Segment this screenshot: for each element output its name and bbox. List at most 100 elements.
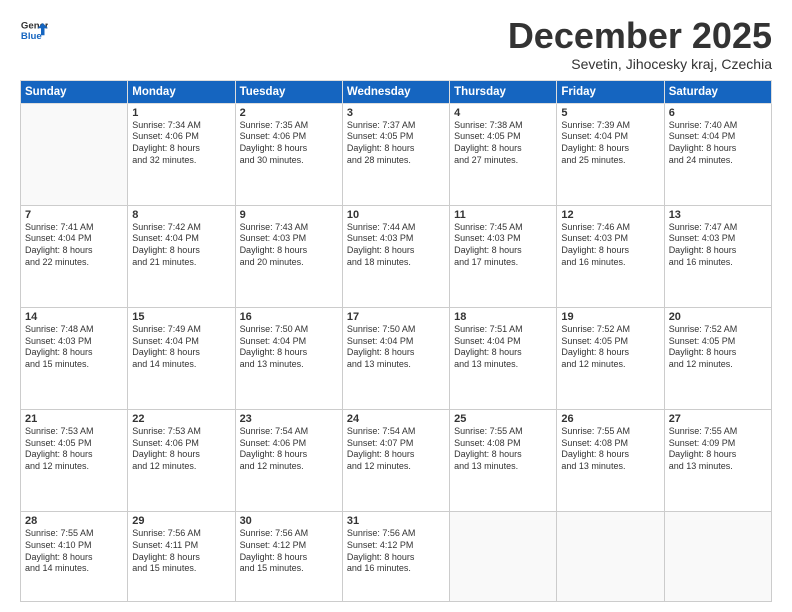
day-number: 20 xyxy=(669,311,767,323)
calendar-cell: 9Sunrise: 7:43 AMSunset: 4:03 PMDaylight… xyxy=(235,205,342,307)
calendar-cell: 11Sunrise: 7:45 AMSunset: 4:03 PMDayligh… xyxy=(450,205,557,307)
day-info: Sunrise: 7:54 AMSunset: 4:06 PMDaylight:… xyxy=(240,426,338,473)
day-number: 6 xyxy=(669,107,767,119)
calendar-cell: 2Sunrise: 7:35 AMSunset: 4:06 PMDaylight… xyxy=(235,103,342,205)
day-info: Sunrise: 7:56 AMSunset: 4:11 PMDaylight:… xyxy=(132,528,230,575)
day-number: 25 xyxy=(454,413,552,425)
day-number: 3 xyxy=(347,107,445,119)
day-info: Sunrise: 7:47 AMSunset: 4:03 PMDaylight:… xyxy=(669,222,767,269)
logo-icon: General Blue xyxy=(20,16,48,44)
calendar-cell: 10Sunrise: 7:44 AMSunset: 4:03 PMDayligh… xyxy=(342,205,449,307)
header-day-wednesday: Wednesday xyxy=(342,80,449,103)
week-row-1: 1Sunrise: 7:34 AMSunset: 4:06 PMDaylight… xyxy=(21,103,772,205)
calendar-cell: 21Sunrise: 7:53 AMSunset: 4:05 PMDayligh… xyxy=(21,410,128,512)
day-number: 22 xyxy=(132,413,230,425)
week-row-3: 14Sunrise: 7:48 AMSunset: 4:03 PMDayligh… xyxy=(21,307,772,409)
calendar-table: SundayMondayTuesdayWednesdayThursdayFrid… xyxy=(20,80,772,602)
calendar-cell xyxy=(21,103,128,205)
day-info: Sunrise: 7:35 AMSunset: 4:06 PMDaylight:… xyxy=(240,120,338,167)
day-number: 17 xyxy=(347,311,445,323)
header-day-thursday: Thursday xyxy=(450,80,557,103)
day-info: Sunrise: 7:50 AMSunset: 4:04 PMDaylight:… xyxy=(347,324,445,371)
day-number: 15 xyxy=(132,311,230,323)
day-number: 24 xyxy=(347,413,445,425)
calendar-cell: 26Sunrise: 7:55 AMSunset: 4:08 PMDayligh… xyxy=(557,410,664,512)
day-info: Sunrise: 7:41 AMSunset: 4:04 PMDaylight:… xyxy=(25,222,123,269)
calendar-cell: 14Sunrise: 7:48 AMSunset: 4:03 PMDayligh… xyxy=(21,307,128,409)
day-number: 9 xyxy=(240,209,338,221)
day-number: 2 xyxy=(240,107,338,119)
calendar-header-row: SundayMondayTuesdayWednesdayThursdayFrid… xyxy=(21,80,772,103)
day-number: 19 xyxy=(561,311,659,323)
day-info: Sunrise: 7:37 AMSunset: 4:05 PMDaylight:… xyxy=(347,120,445,167)
day-number: 11 xyxy=(454,209,552,221)
calendar-cell: 1Sunrise: 7:34 AMSunset: 4:06 PMDaylight… xyxy=(128,103,235,205)
day-info: Sunrise: 7:52 AMSunset: 4:05 PMDaylight:… xyxy=(561,324,659,371)
week-row-5: 28Sunrise: 7:55 AMSunset: 4:10 PMDayligh… xyxy=(21,512,772,602)
title-area: December 2025 Sevetin, Jihocesky kraj, C… xyxy=(508,16,772,72)
calendar-cell: 31Sunrise: 7:56 AMSunset: 4:12 PMDayligh… xyxy=(342,512,449,602)
day-number: 30 xyxy=(240,515,338,527)
day-number: 23 xyxy=(240,413,338,425)
day-info: Sunrise: 7:42 AMSunset: 4:04 PMDaylight:… xyxy=(132,222,230,269)
week-row-2: 7Sunrise: 7:41 AMSunset: 4:04 PMDaylight… xyxy=(21,205,772,307)
calendar-cell: 25Sunrise: 7:55 AMSunset: 4:08 PMDayligh… xyxy=(450,410,557,512)
calendar-cell: 17Sunrise: 7:50 AMSunset: 4:04 PMDayligh… xyxy=(342,307,449,409)
header-day-saturday: Saturday xyxy=(664,80,771,103)
day-info: Sunrise: 7:49 AMSunset: 4:04 PMDaylight:… xyxy=(132,324,230,371)
day-info: Sunrise: 7:40 AMSunset: 4:04 PMDaylight:… xyxy=(669,120,767,167)
month-title: December 2025 xyxy=(508,16,772,56)
day-info: Sunrise: 7:46 AMSunset: 4:03 PMDaylight:… xyxy=(561,222,659,269)
logo: General Blue xyxy=(20,16,50,44)
day-info: Sunrise: 7:45 AMSunset: 4:03 PMDaylight:… xyxy=(454,222,552,269)
calendar-cell: 3Sunrise: 7:37 AMSunset: 4:05 PMDaylight… xyxy=(342,103,449,205)
calendar-cell: 27Sunrise: 7:55 AMSunset: 4:09 PMDayligh… xyxy=(664,410,771,512)
day-number: 13 xyxy=(669,209,767,221)
calendar-cell: 16Sunrise: 7:50 AMSunset: 4:04 PMDayligh… xyxy=(235,307,342,409)
day-number: 5 xyxy=(561,107,659,119)
day-number: 27 xyxy=(669,413,767,425)
day-info: Sunrise: 7:55 AMSunset: 4:09 PMDaylight:… xyxy=(669,426,767,473)
calendar-cell: 30Sunrise: 7:56 AMSunset: 4:12 PMDayligh… xyxy=(235,512,342,602)
day-number: 7 xyxy=(25,209,123,221)
day-number: 8 xyxy=(132,209,230,221)
day-info: Sunrise: 7:53 AMSunset: 4:05 PMDaylight:… xyxy=(25,426,123,473)
day-info: Sunrise: 7:51 AMSunset: 4:04 PMDaylight:… xyxy=(454,324,552,371)
calendar-cell: 8Sunrise: 7:42 AMSunset: 4:04 PMDaylight… xyxy=(128,205,235,307)
day-number: 31 xyxy=(347,515,445,527)
calendar-cell: 19Sunrise: 7:52 AMSunset: 4:05 PMDayligh… xyxy=(557,307,664,409)
day-info: Sunrise: 7:54 AMSunset: 4:07 PMDaylight:… xyxy=(347,426,445,473)
day-info: Sunrise: 7:50 AMSunset: 4:04 PMDaylight:… xyxy=(240,324,338,371)
day-info: Sunrise: 7:52 AMSunset: 4:05 PMDaylight:… xyxy=(669,324,767,371)
header-day-tuesday: Tuesday xyxy=(235,80,342,103)
calendar-body: 1Sunrise: 7:34 AMSunset: 4:06 PMDaylight… xyxy=(21,103,772,601)
day-number: 4 xyxy=(454,107,552,119)
calendar-cell: 6Sunrise: 7:40 AMSunset: 4:04 PMDaylight… xyxy=(664,103,771,205)
header-day-monday: Monday xyxy=(128,80,235,103)
day-number: 29 xyxy=(132,515,230,527)
calendar-cell xyxy=(450,512,557,602)
calendar-cell xyxy=(557,512,664,602)
day-number: 12 xyxy=(561,209,659,221)
day-info: Sunrise: 7:53 AMSunset: 4:06 PMDaylight:… xyxy=(132,426,230,473)
page-header: General Blue December 2025 Sevetin, Jiho… xyxy=(20,16,772,72)
day-info: Sunrise: 7:55 AMSunset: 4:08 PMDaylight:… xyxy=(454,426,552,473)
calendar-cell: 22Sunrise: 7:53 AMSunset: 4:06 PMDayligh… xyxy=(128,410,235,512)
day-number: 14 xyxy=(25,311,123,323)
calendar-cell: 29Sunrise: 7:56 AMSunset: 4:11 PMDayligh… xyxy=(128,512,235,602)
day-number: 1 xyxy=(132,107,230,119)
calendar-cell: 24Sunrise: 7:54 AMSunset: 4:07 PMDayligh… xyxy=(342,410,449,512)
day-info: Sunrise: 7:38 AMSunset: 4:05 PMDaylight:… xyxy=(454,120,552,167)
calendar-cell: 18Sunrise: 7:51 AMSunset: 4:04 PMDayligh… xyxy=(450,307,557,409)
day-info: Sunrise: 7:34 AMSunset: 4:06 PMDaylight:… xyxy=(132,120,230,167)
day-info: Sunrise: 7:55 AMSunset: 4:08 PMDaylight:… xyxy=(561,426,659,473)
calendar-cell xyxy=(664,512,771,602)
calendar-cell: 7Sunrise: 7:41 AMSunset: 4:04 PMDaylight… xyxy=(21,205,128,307)
day-info: Sunrise: 7:56 AMSunset: 4:12 PMDaylight:… xyxy=(347,528,445,575)
week-row-4: 21Sunrise: 7:53 AMSunset: 4:05 PMDayligh… xyxy=(21,410,772,512)
day-number: 18 xyxy=(454,311,552,323)
day-info: Sunrise: 7:44 AMSunset: 4:03 PMDaylight:… xyxy=(347,222,445,269)
header-day-sunday: Sunday xyxy=(21,80,128,103)
day-number: 26 xyxy=(561,413,659,425)
day-number: 21 xyxy=(25,413,123,425)
